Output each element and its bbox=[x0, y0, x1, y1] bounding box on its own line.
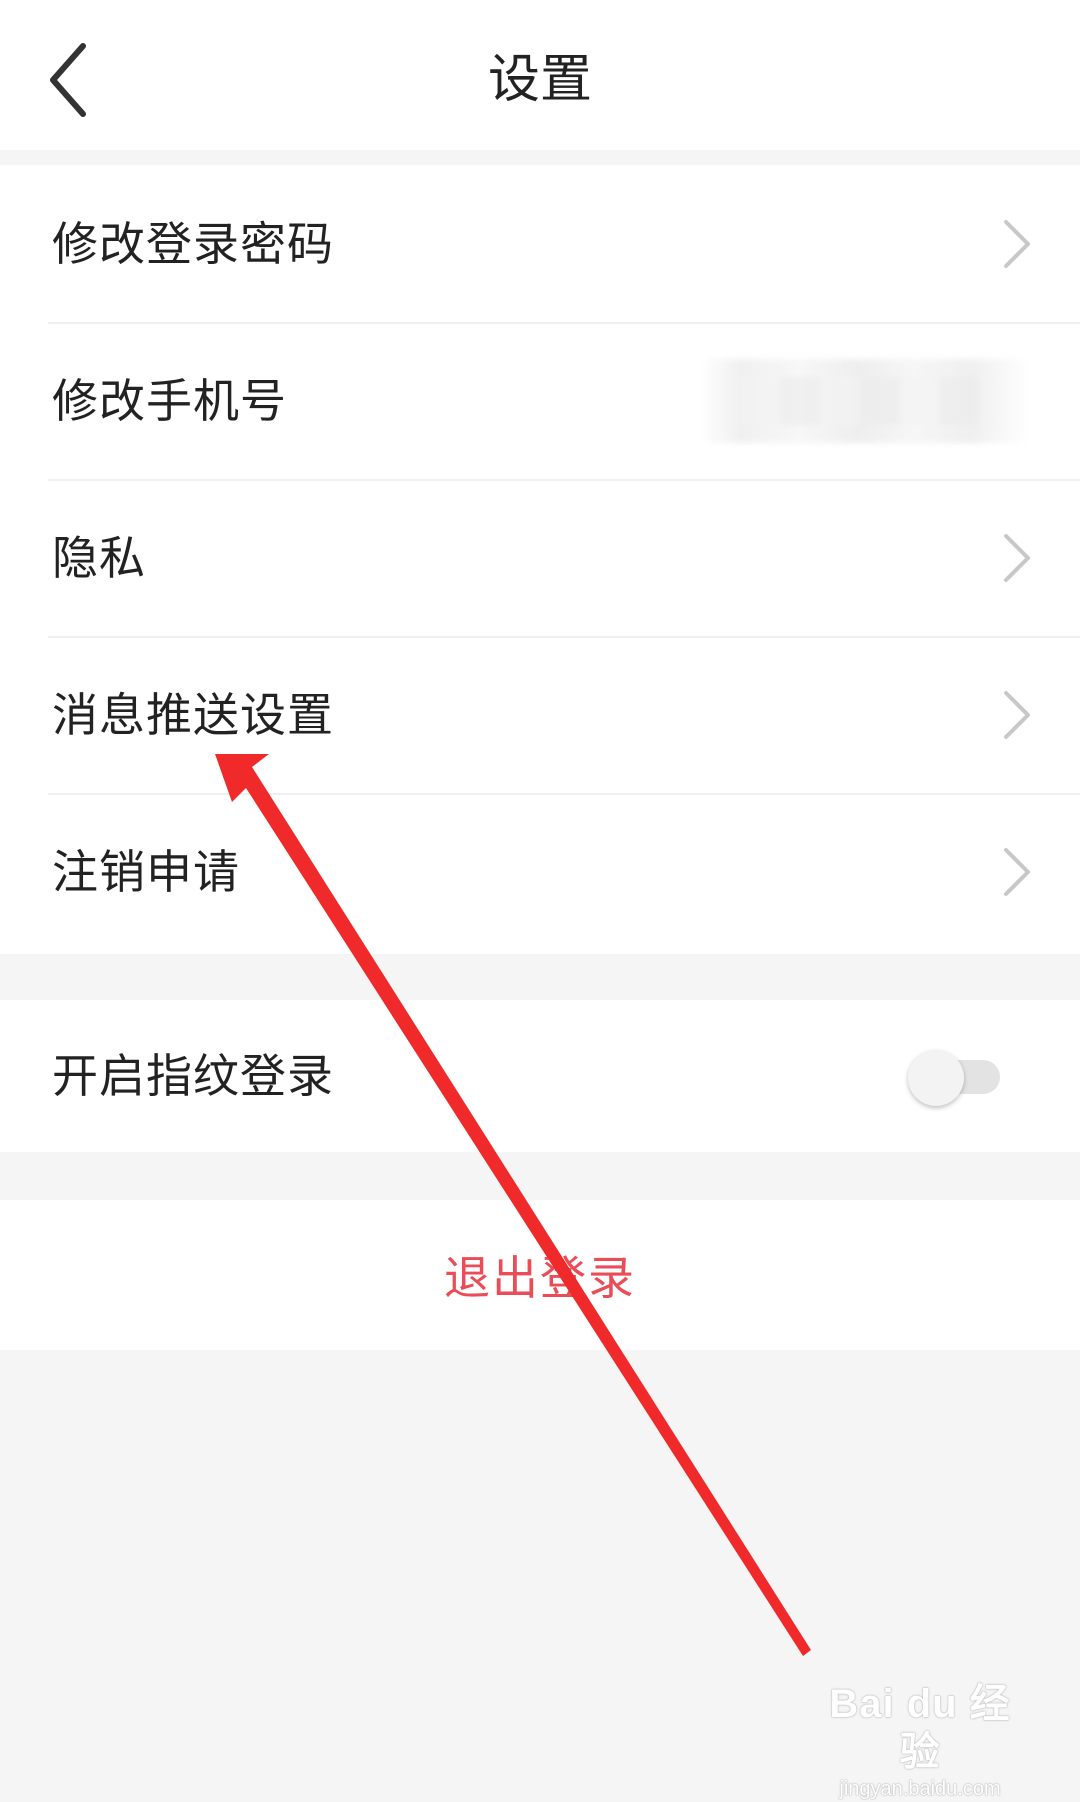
settings-item-label: 消息推送设置 bbox=[52, 687, 334, 742]
chevron-right-icon bbox=[1004, 219, 1030, 268]
top-bar: 设置 bbox=[0, 0, 1080, 150]
settings-item-change-password[interactable]: 修改登录密码 bbox=[0, 165, 1080, 322]
settings-item-change-phone[interactable]: 修改手机号 bbox=[0, 322, 1080, 479]
settings-item-label: 修改手机号 bbox=[52, 373, 287, 428]
settings-item-label: 隐私 bbox=[52, 530, 146, 585]
chevron-right-icon bbox=[1004, 847, 1030, 896]
toggle-knob bbox=[908, 1050, 964, 1106]
fingerprint-toggle[interactable] bbox=[908, 1050, 1000, 1106]
logout-section: 退出登录 bbox=[0, 1200, 1080, 1350]
logout-button[interactable]: 退出登录 bbox=[0, 1200, 1080, 1350]
watermark-url: jingyan.baidu.com bbox=[839, 1778, 1001, 1800]
settings-item-label: 注销申请 bbox=[52, 844, 240, 899]
settings-item-label: 修改登录密码 bbox=[52, 216, 334, 271]
chevron-right-icon bbox=[1004, 533, 1030, 582]
page-title: 设置 bbox=[487, 50, 592, 110]
settings-item-account-cancellation[interactable]: 注销申请 bbox=[0, 793, 1080, 950]
chevron-right-icon bbox=[1004, 690, 1030, 739]
settings-list: 修改登录密码 修改手机号 隐私 消息推送设置 注销申请 bbox=[0, 165, 1080, 954]
masked-phone-number bbox=[700, 358, 1030, 443]
watermark: Bai du 经验 jingyan.baidu.com bbox=[820, 1680, 1020, 1802]
settings-item-fingerprint-login: 开启指纹登录 bbox=[0, 1000, 1080, 1152]
settings-item-privacy[interactable]: 隐私 bbox=[0, 479, 1080, 636]
settings-item-label: 开启指纹登录 bbox=[52, 1049, 334, 1103]
fingerprint-section: 开启指纹登录 bbox=[0, 1000, 1080, 1152]
settings-item-push-notifications[interactable]: 消息推送设置 bbox=[0, 636, 1080, 793]
baidu-jingyan-logo: Bai du 经验 bbox=[829, 1682, 1011, 1774]
